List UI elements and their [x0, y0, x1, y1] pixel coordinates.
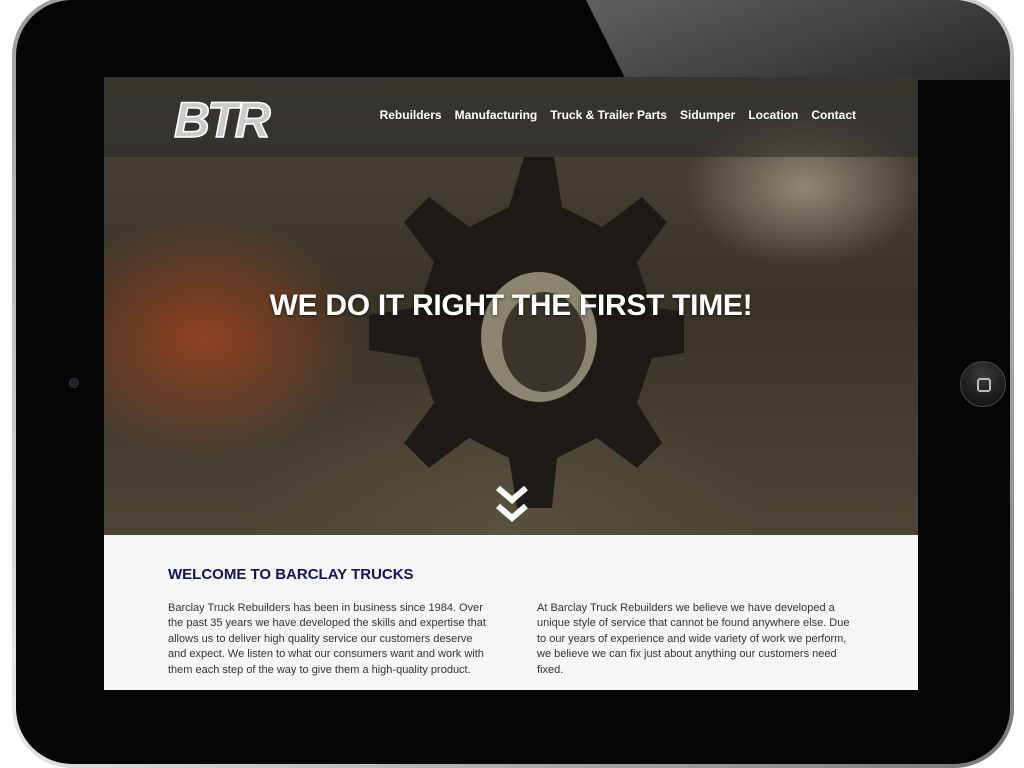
home-square-icon [977, 378, 991, 392]
welcome-section: WELCOME TO BARCLAY TRUCKS Barclay Truck … [104, 535, 918, 690]
svg-text:BTR: BTR [174, 92, 271, 143]
gear-image [369, 157, 684, 508]
welcome-text-left: Barclay Truck Rebuilders has been in bus… [168, 602, 486, 676]
nav-contact[interactable]: Contact [811, 108, 856, 122]
nav-location[interactable]: Location [748, 108, 798, 122]
camera-icon [69, 378, 79, 388]
bezel-glare [586, 0, 1010, 80]
btr-logo[interactable]: BTR [170, 91, 320, 143]
home-button[interactable] [960, 361, 1006, 407]
main-nav: Rebuilders Manufacturing Truck & Trailer… [380, 108, 856, 122]
hero-headline: WE DO IT RIGHT THE FIRST TIME! [269, 289, 753, 322]
double-chevron-down-icon[interactable] [495, 484, 529, 526]
welcome-text-right: At Barclay Truck Rebuilders we believe w… [537, 602, 850, 676]
hero-banner: BTR Rebuilders Manufacturing Truck & Tra… [104, 77, 918, 535]
nav-sidumper[interactable]: Sidumper [680, 108, 735, 122]
nav-manufacturing[interactable]: Manufacturing [455, 108, 538, 122]
welcome-title: WELCOME TO BARCLAY TRUCKS [168, 566, 414, 583]
nav-truck-trailer-parts[interactable]: Truck & Trailer Parts [550, 108, 667, 122]
nav-rebuilders[interactable]: Rebuilders [380, 108, 442, 122]
website-screen: BTR Rebuilders Manufacturing Truck & Tra… [104, 77, 918, 690]
site-header: BTR Rebuilders Manufacturing Truck & Tra… [104, 77, 918, 157]
